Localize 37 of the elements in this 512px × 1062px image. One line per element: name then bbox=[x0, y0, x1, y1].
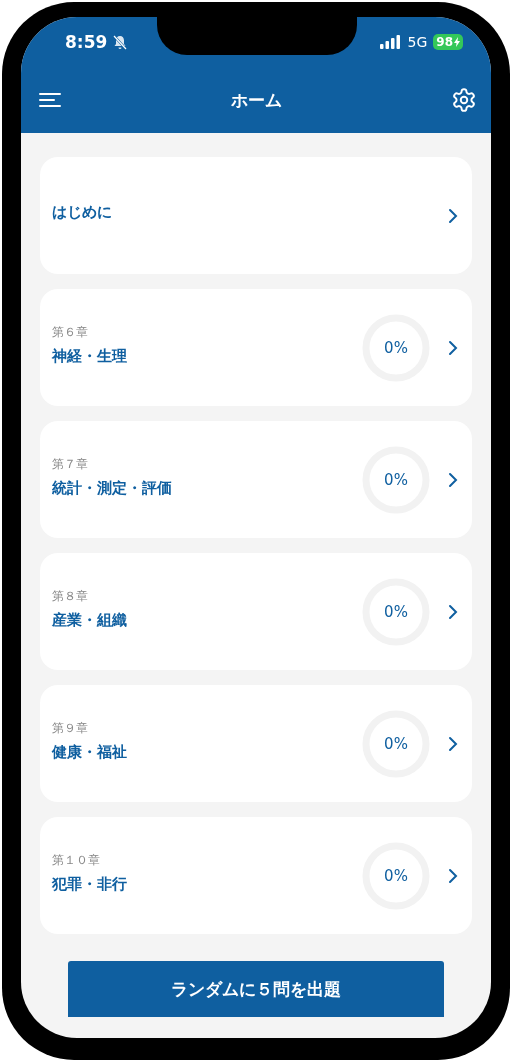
chapter-title: 産業・組織 bbox=[52, 610, 128, 630]
chapter-number: 第７章 bbox=[52, 455, 89, 473]
screen-title: ホーム bbox=[230, 88, 282, 112]
chapter-number: 第１０章 bbox=[52, 851, 101, 869]
battery-indicator: 98 bbox=[433, 34, 463, 50]
chevron-right-icon bbox=[448, 603, 458, 620]
network-label: 5G bbox=[407, 34, 428, 50]
progress-reading: 0% bbox=[384, 338, 408, 357]
chapter-title: 統計・測定・評価 bbox=[52, 478, 173, 498]
status-time: 8:59 bbox=[65, 32, 108, 52]
bell-muted-icon bbox=[113, 34, 128, 50]
chapter-card[interactable]: はじめに bbox=[40, 157, 472, 274]
chevron-right-icon bbox=[448, 471, 458, 488]
chapter-card[interactable]: 第９章 健康・福祉 0% bbox=[40, 685, 472, 802]
chevron-right-icon bbox=[448, 339, 458, 356]
chapter-card[interactable]: 第８章 産業・組織 0% bbox=[40, 553, 472, 670]
chapter-card[interactable]: 第７章 統計・測定・評価 0% bbox=[40, 421, 472, 538]
chapter-title: 健康・福祉 bbox=[52, 742, 128, 762]
chapter-number: 第８章 bbox=[52, 587, 89, 605]
chapter-title: 神経・生理 bbox=[52, 346, 128, 366]
progress-reading: 0% bbox=[384, 734, 408, 753]
progress-reading: 0% bbox=[384, 470, 408, 489]
chapter-number: 第９章 bbox=[52, 719, 89, 737]
chapter-title: はじめに bbox=[52, 203, 113, 222]
random-quiz-button[interactable]: ランダムに５問を出題 bbox=[68, 961, 444, 1017]
chevron-right-icon bbox=[448, 735, 458, 752]
chevron-right-icon bbox=[448, 207, 458, 224]
chapter-card[interactable]: 第６章 神経・生理 0% bbox=[40, 289, 472, 406]
progress-reading: 0% bbox=[384, 866, 408, 885]
signal-icon bbox=[379, 35, 402, 49]
chapter-number: 第６章 bbox=[52, 323, 89, 341]
settings-icon[interactable] bbox=[451, 87, 477, 113]
chapter-card[interactable]: 第１０章 犯罪・非行 0% bbox=[40, 817, 472, 934]
chapter-title: 犯罪・非行 bbox=[52, 874, 128, 894]
menu-icon[interactable] bbox=[39, 92, 61, 108]
progress-reading: 0% bbox=[384, 602, 408, 621]
chevron-right-icon bbox=[448, 867, 458, 884]
